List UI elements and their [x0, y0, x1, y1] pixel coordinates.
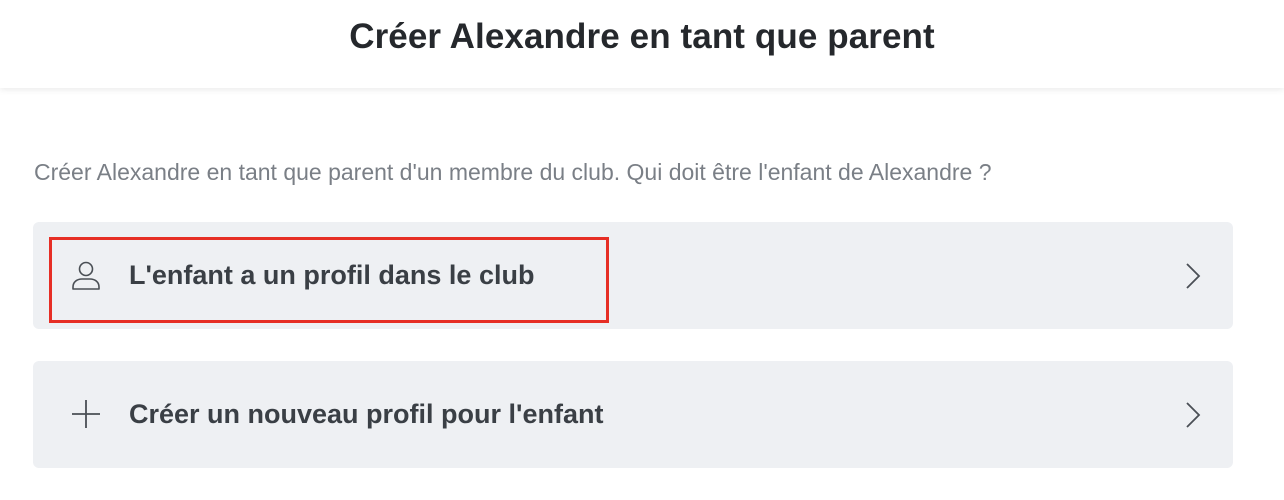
create-child-profile-option[interactable]: Créer un nouveau profil pour l'enfant — [33, 361, 1233, 468]
page-title: Créer Alexandre en tant que parent — [349, 17, 935, 56]
existing-child-profile-option[interactable]: L'enfant a un profil dans le club — [33, 222, 1233, 329]
page-header: Créer Alexandre en tant que parent — [0, 0, 1284, 88]
intro-text: Créer Alexandre en tant que parent d'un … — [34, 159, 992, 185]
chevron-right-icon — [1185, 262, 1201, 290]
chevron-right-icon — [1185, 401, 1201, 429]
option-label: Créer un nouveau profil pour l'enfant — [129, 399, 604, 429]
user-icon — [69, 258, 103, 292]
option-label: L'enfant a un profil dans le club — [129, 260, 535, 290]
plus-icon — [69, 397, 103, 431]
